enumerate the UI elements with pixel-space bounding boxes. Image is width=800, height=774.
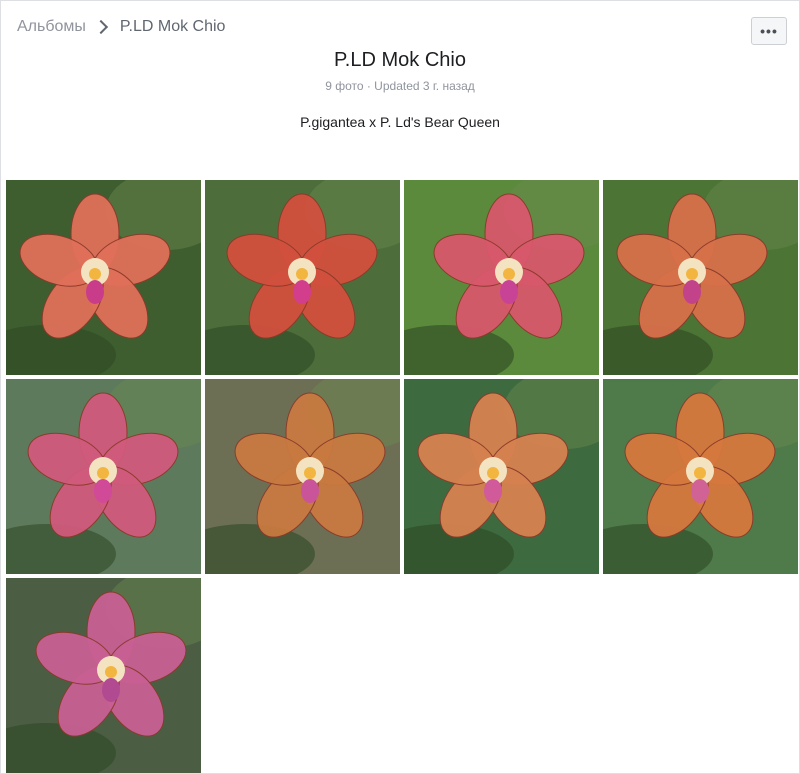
- breadcrumb-albums-link[interactable]: Альбомы: [17, 18, 86, 36]
- album-photo[interactable]: [6, 578, 201, 773]
- orchid-photo-image: [6, 180, 201, 375]
- album-meta: 9 фото · Updated 3 г. назад: [325, 79, 475, 93]
- orchid-photo-image: [404, 379, 599, 574]
- orchid-photo-image: [603, 379, 798, 574]
- orchid-photo-image: [404, 180, 599, 375]
- breadcrumb-current: P.LD Mok Chio: [119, 18, 226, 35]
- album-photo[interactable]: [6, 379, 201, 574]
- orchid-photo-image: [6, 578, 201, 773]
- orchid-photo-image: [205, 180, 400, 375]
- album-photo[interactable]: [404, 180, 599, 375]
- album-photo[interactable]: [205, 379, 400, 574]
- album-description: P.gigantea x P. Ld's Bear Queen: [300, 114, 500, 130]
- orchid-photo-image: [603, 180, 798, 375]
- album-photo[interactable]: [404, 379, 599, 574]
- album-card: Альбомы P.LD Mok Chio ••• P.LD Mok Chio …: [0, 0, 800, 774]
- photo-grid: [6, 180, 798, 773]
- more-options-button[interactable]: •••: [751, 17, 787, 45]
- orchid-photo-image: [6, 379, 201, 574]
- album-photo[interactable]: [205, 180, 400, 375]
- album-photo[interactable]: [6, 180, 201, 375]
- album-photo[interactable]: [603, 180, 798, 375]
- album-title: P.LD Mok Chio: [334, 49, 466, 71]
- chevron-right-icon: [93, 19, 108, 35]
- album-photo[interactable]: [603, 379, 798, 574]
- breadcrumb: Альбомы P.LD Mok Chio: [17, 18, 225, 36]
- orchid-photo-image: [205, 379, 400, 574]
